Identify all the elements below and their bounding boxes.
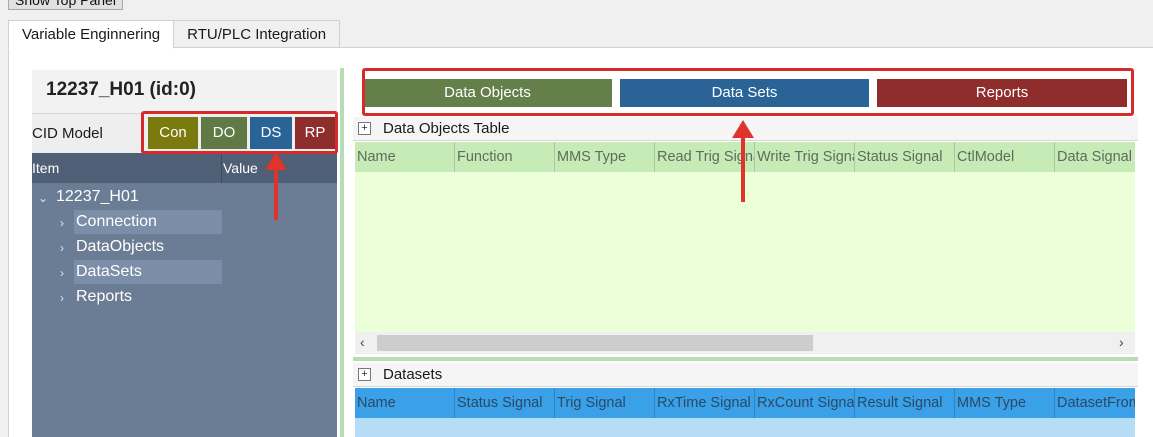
datasets-grid-body[interactable] [355, 418, 1135, 437]
column-header[interactable]: Write Trig Signal [755, 142, 855, 172]
panel-splitter[interactable] [340, 68, 344, 437]
column-header[interactable]: Name [355, 142, 455, 172]
tree-root[interactable]: 12237_H01 [56, 185, 139, 209]
column-header[interactable]: DatasetFrom [1055, 388, 1135, 418]
device-title: 12237_H01 (id:0) [46, 79, 196, 100]
column-header[interactable]: Status Signal [855, 142, 955, 172]
data-objects-table-title: Data Objects Table [383, 120, 510, 137]
tree-header-value[interactable]: Value [223, 160, 258, 176]
model-tree: Item Value ⌄ 12237_H01 › Connection › Da… [32, 153, 337, 437]
tab-bar: Variable Enginnering RTU/PLC Integration [8, 20, 341, 49]
table-splitter[interactable] [353, 357, 1138, 361]
column-header[interactable]: Function [455, 142, 555, 172]
device-title-bar: 12237_H01 (id:0) [32, 70, 337, 114]
expand-icon[interactable]: + [358, 122, 371, 135]
highlight-box-model-buttons [141, 111, 338, 154]
tree-item-reports[interactable]: Reports [74, 285, 132, 309]
column-header[interactable]: RxCount Signal [755, 388, 855, 418]
column-header[interactable]: RxTime Signal [655, 388, 755, 418]
column-header[interactable]: Status Signal [455, 388, 555, 418]
tree-item-connection[interactable]: Connection [74, 210, 222, 234]
column-header[interactable]: MMS Type [955, 388, 1055, 418]
highlight-box-main-buttons [362, 68, 1134, 116]
expand-icon[interactable]: + [358, 368, 371, 381]
chevron-right-icon[interactable]: › [60, 266, 64, 280]
tree-header-item[interactable]: Item [32, 160, 59, 176]
scroll-left-icon[interactable]: ‹ [360, 334, 365, 350]
tree-item-datasets[interactable]: DataSets [74, 260, 222, 284]
column-header[interactable]: Result Signal [855, 388, 955, 418]
cid-model-label: CID Model [32, 125, 103, 142]
column-header[interactable]: MMS Type [555, 142, 655, 172]
column-header[interactable]: CtlModel [955, 142, 1055, 172]
annotation-arrow-icon [265, 152, 287, 220]
tree-header: Item Value [32, 153, 337, 183]
chevron-right-icon[interactable]: › [60, 216, 64, 230]
chevron-right-icon[interactable]: › [60, 291, 64, 305]
column-header[interactable]: Name [355, 388, 455, 418]
show-top-panel-button[interactable]: Show Top Panel [8, 0, 123, 10]
column-header[interactable]: Trig Signal [555, 388, 655, 418]
horizontal-scrollbar[interactable]: ‹ › [355, 332, 1135, 354]
datasets-table-header: + Datasets [353, 363, 1138, 387]
column-header[interactable]: Data Signal [1055, 142, 1135, 172]
datasets-columns: Name Status Signal Trig Signal RxTime Si… [355, 388, 1135, 418]
scrollbar-thumb[interactable] [377, 335, 813, 351]
annotation-arrow-icon [732, 120, 754, 202]
tab-variable-engineering[interactable]: Variable Enginnering [8, 20, 175, 49]
scroll-right-icon[interactable]: › [1119, 334, 1124, 350]
chevron-right-icon[interactable]: › [60, 241, 64, 255]
datasets-table-title: Datasets [383, 366, 443, 383]
chevron-down-icon[interactable]: ⌄ [38, 191, 48, 205]
tab-rtu-plc-integration[interactable]: RTU/PLC Integration [173, 20, 341, 48]
tree-header-divider[interactable] [221, 153, 222, 183]
tree-item-dataobjects[interactable]: DataObjects [74, 235, 164, 259]
